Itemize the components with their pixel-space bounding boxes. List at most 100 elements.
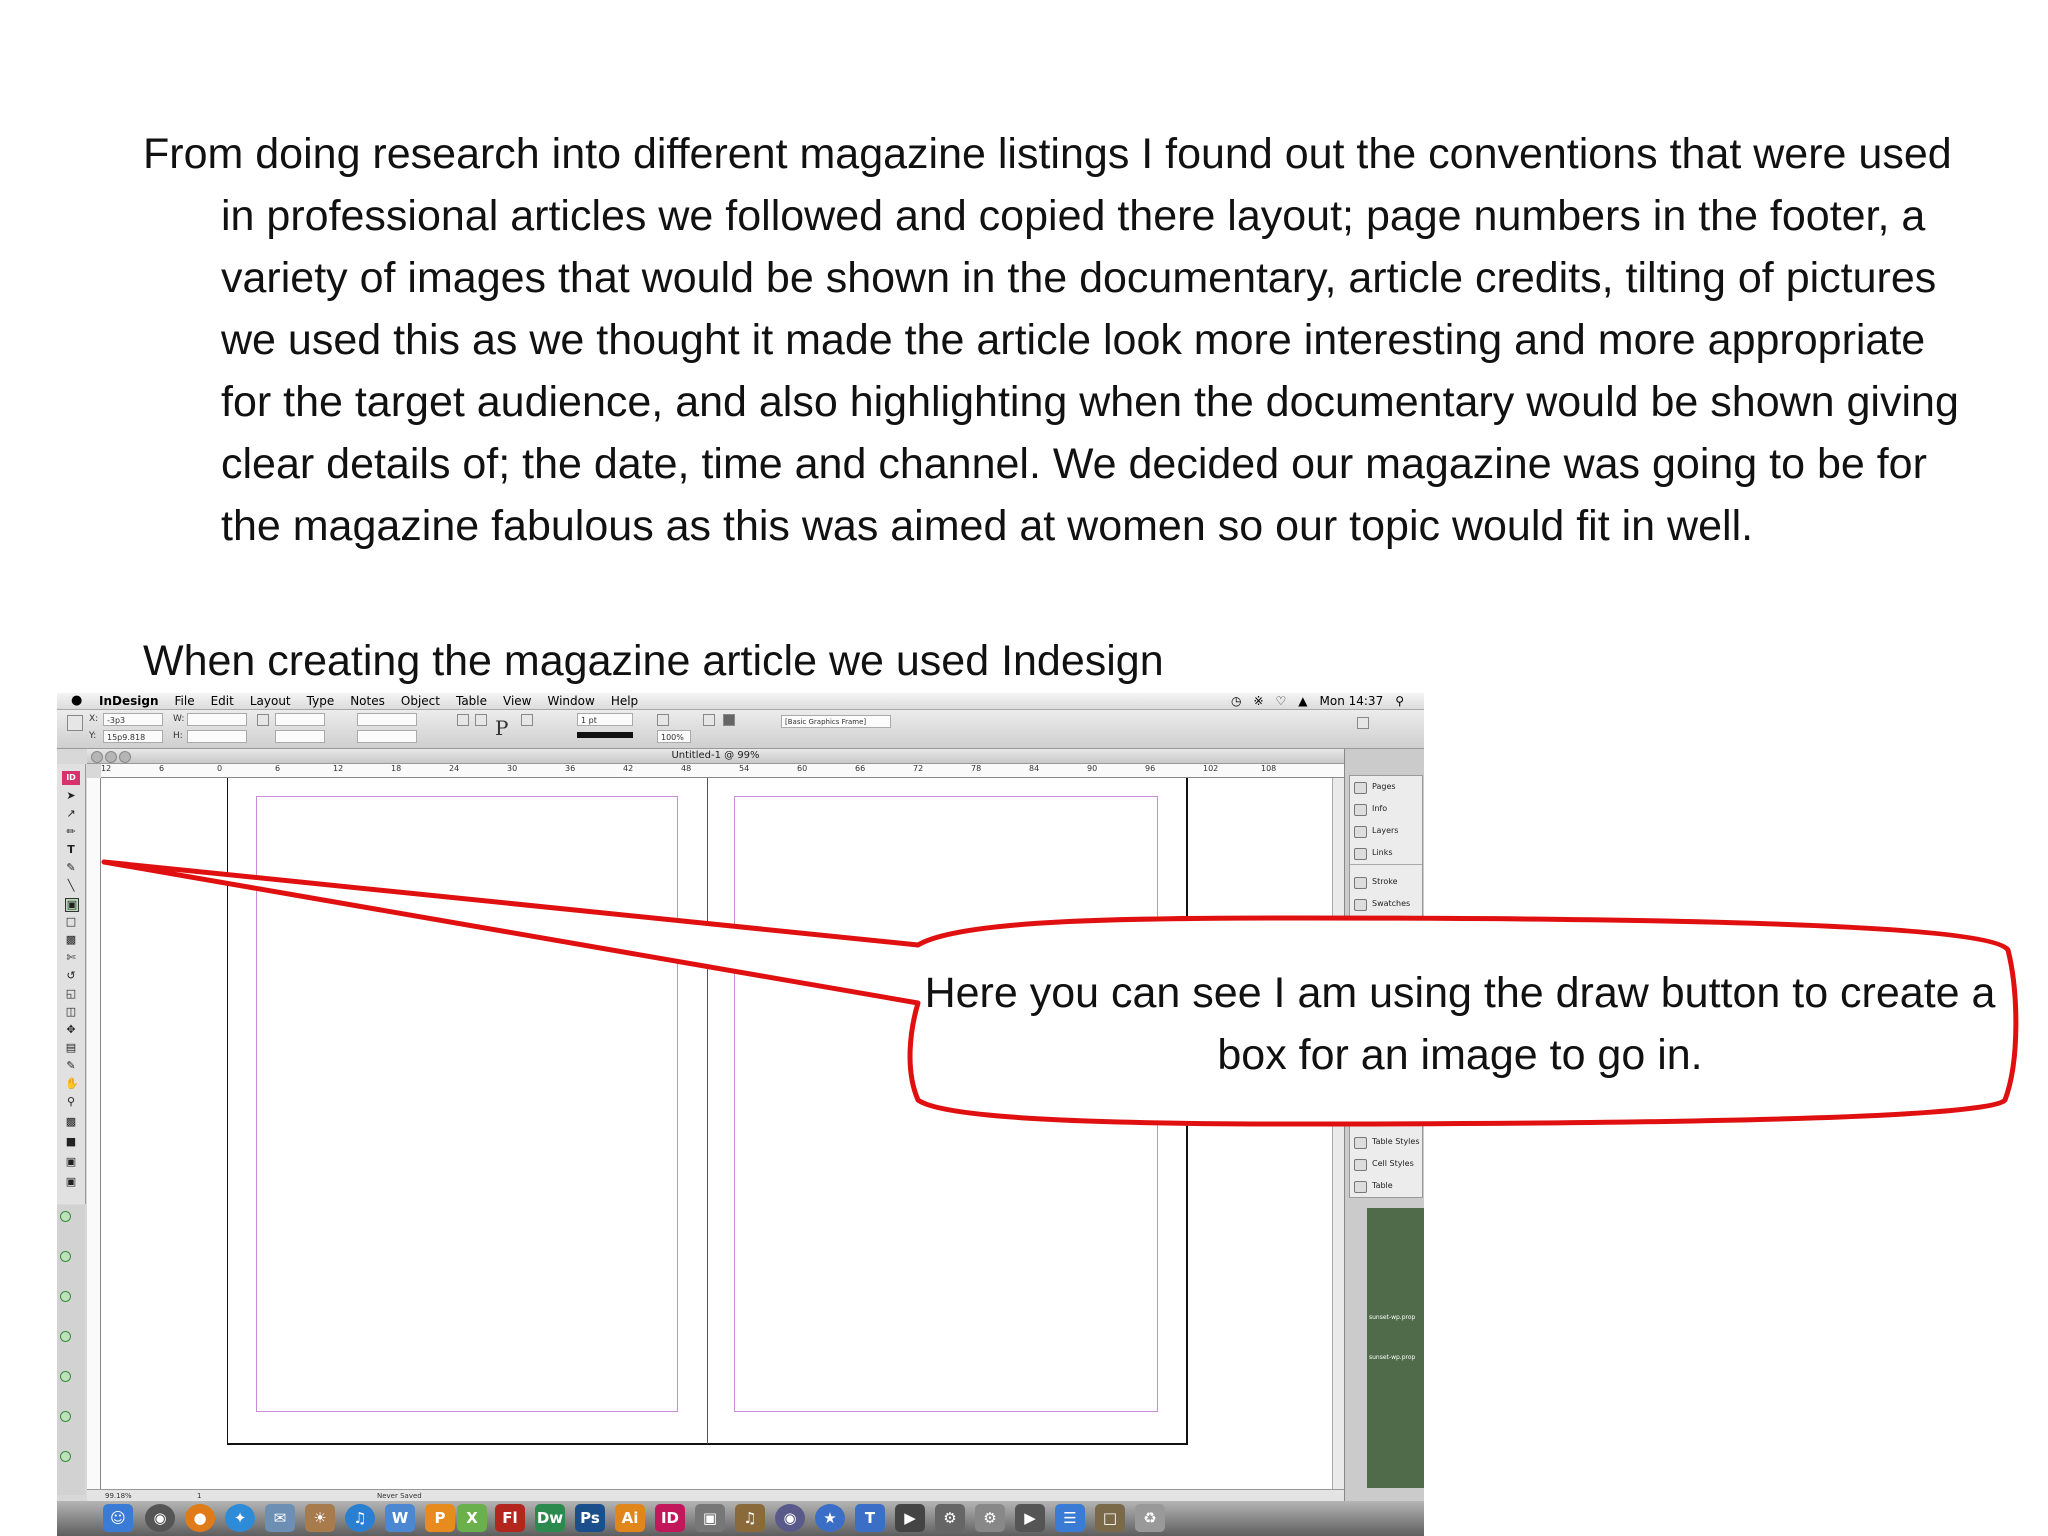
panel-links[interactable]: Links [1350, 842, 1422, 864]
eye-icon[interactable] [60, 1291, 71, 1302]
dreamweaver-icon[interactable]: Dw [535, 1504, 565, 1532]
rotation-field[interactable] [357, 713, 417, 726]
menu-object[interactable]: Object [401, 693, 440, 709]
object-style-select[interactable]: [Basic Graphics Frame] [781, 715, 891, 728]
minimize-window-icon[interactable] [105, 751, 117, 763]
apple-icon[interactable]: ● [71, 693, 82, 709]
hand-tool-icon[interactable]: ✋ [65, 1078, 79, 1090]
indesign-dock-icon[interactable]: ID [655, 1504, 685, 1532]
volume-icon[interactable]: ▲ [1298, 693, 1307, 709]
effects-icon[interactable] [703, 714, 715, 726]
menu-help[interactable]: Help [611, 693, 638, 709]
panel-cell-styles[interactable]: Cell Styles [1350, 1153, 1422, 1175]
scale-tool-icon[interactable]: ◱ [65, 988, 77, 1000]
downloads-stack-icon[interactable]: □ [1095, 1504, 1125, 1532]
menu-table[interactable]: Table [456, 693, 487, 709]
safari-icon[interactable]: ✦ [225, 1504, 255, 1532]
scale-x-field[interactable] [275, 713, 325, 726]
free-transform-tool-icon[interactable]: ✥ [65, 1024, 77, 1036]
fill-stroke-swatch-icon[interactable]: ▩ [65, 1116, 77, 1128]
scissors-tool-icon[interactable]: ✄ [65, 952, 77, 964]
panel-layers[interactable]: Layers [1350, 820, 1422, 842]
gradient-tool-icon[interactable]: ◫ [65, 1006, 77, 1018]
panel-table[interactable]: Table [1350, 1175, 1422, 1197]
width-field[interactable] [187, 713, 247, 726]
spotlight-icon[interactable]: ⚲ [1395, 693, 1404, 709]
apply-color-icon[interactable]: ■ [65, 1136, 77, 1148]
flip-icon[interactable] [475, 714, 487, 726]
comic-life-icon[interactable]: ★ [815, 1504, 845, 1532]
normal-view-icon[interactable]: ▣ [65, 1156, 77, 1168]
wifi-icon[interactable]: ♡ [1276, 693, 1287, 709]
pages-app-icon[interactable]: P [425, 1504, 455, 1532]
zoom-tool-icon[interactable]: ⚲ [65, 1096, 77, 1108]
firefox-icon[interactable]: ● [185, 1504, 215, 1532]
system-prefs-icon[interactable]: ⚙ [975, 1504, 1005, 1532]
zoom-window-icon[interactable] [119, 751, 131, 763]
applications-folder-icon[interactable]: ☰ [1055, 1504, 1085, 1532]
photoshop-icon[interactable]: Ps [575, 1504, 605, 1532]
document-canvas[interactable] [101, 778, 1344, 1489]
menu-indesign[interactable]: InDesign [99, 693, 159, 709]
direct-selection-tool-icon[interactable]: ↗ [65, 808, 77, 820]
iphoto-icon[interactable]: ☀ [305, 1504, 335, 1532]
reference-point-icon[interactable] [67, 715, 83, 731]
menu-type[interactable]: Type [307, 693, 335, 709]
eye-icon[interactable] [60, 1331, 71, 1342]
preview-icon[interactable]: ▣ [695, 1504, 725, 1532]
bluetooth-icon[interactable]: ※ [1253, 693, 1263, 709]
excel-icon[interactable]: X [457, 1504, 487, 1532]
fit-frame-icon[interactable] [657, 714, 669, 726]
time-machine-icon[interactable]: ◷ [1231, 693, 1241, 709]
constrain-proportions-icon[interactable] [257, 714, 269, 726]
dvd-player-icon[interactable]: ◉ [775, 1504, 805, 1532]
flash-icon[interactable]: Fl [495, 1504, 525, 1532]
panel-stroke[interactable]: Stroke [1350, 871, 1422, 893]
itunes-icon[interactable]: ♫ [345, 1504, 375, 1532]
rectangle-tool-icon[interactable]: □ [65, 916, 77, 928]
rotate-tool-icon[interactable]: ↺ [65, 970, 77, 982]
select-container-icon[interactable] [521, 714, 533, 726]
panel-swatches[interactable]: Swatches [1350, 893, 1422, 915]
page-right[interactable] [707, 778, 1188, 1445]
menu-window[interactable]: Window [547, 693, 594, 709]
panel-info[interactable]: Info [1350, 798, 1422, 820]
panel-table-styles[interactable]: Table Styles [1350, 1131, 1422, 1153]
panel-pages[interactable]: Pages [1350, 776, 1422, 798]
finder-icon[interactable]: ☺ [103, 1504, 133, 1532]
note-tool-icon[interactable]: ▤ [65, 1042, 77, 1054]
word-icon[interactable]: W [385, 1504, 415, 1532]
menu-edit[interactable]: Edit [211, 693, 234, 709]
height-field[interactable] [187, 730, 247, 743]
eye-icon[interactable] [60, 1211, 71, 1222]
trash-icon[interactable]: ♻ [1135, 1504, 1165, 1532]
menu-notes[interactable]: Notes [350, 693, 385, 709]
line-tool-icon[interactable]: ╲ [65, 880, 77, 892]
imovie-icon[interactable]: ▶ [895, 1504, 925, 1532]
pencil-tool-icon[interactable]: ✎ [65, 862, 77, 874]
menubar-clock[interactable]: Mon 14:37 [1320, 693, 1384, 709]
eye-icon[interactable] [60, 1451, 71, 1462]
button-tool-icon[interactable]: ▩ [65, 934, 77, 946]
pen-tool-icon[interactable]: ✏ [65, 826, 77, 838]
menu-layout[interactable]: Layout [250, 693, 291, 709]
eye-icon[interactable] [60, 1411, 71, 1422]
workspace-icon[interactable] [1357, 717, 1369, 729]
rectangle-frame-tool-icon[interactable]: ▣ [65, 898, 79, 912]
shear-field[interactable] [357, 730, 417, 743]
opacity-field[interactable]: 100% [657, 730, 691, 743]
menu-view[interactable]: View [503, 693, 531, 709]
menu-file[interactable]: File [175, 693, 195, 709]
wrap-icon[interactable] [723, 714, 735, 726]
x-position-field[interactable]: -3p3 [103, 713, 163, 726]
close-window-icon[interactable] [91, 751, 103, 763]
garageband-icon[interactable]: ♫ [735, 1504, 765, 1532]
selection-tool-icon[interactable]: ➤ [65, 790, 77, 802]
eyedropper-tool-icon[interactable]: ✎ [65, 1060, 77, 1072]
preview-mode-icon[interactable]: ▣ [65, 1176, 77, 1188]
eye-icon[interactable] [60, 1251, 71, 1262]
y-position-field[interactable]: 15p9.818 [103, 730, 163, 743]
scale-y-field[interactable] [275, 730, 325, 743]
p-icon[interactable]: P [495, 716, 508, 740]
eye-icon[interactable] [60, 1371, 71, 1382]
